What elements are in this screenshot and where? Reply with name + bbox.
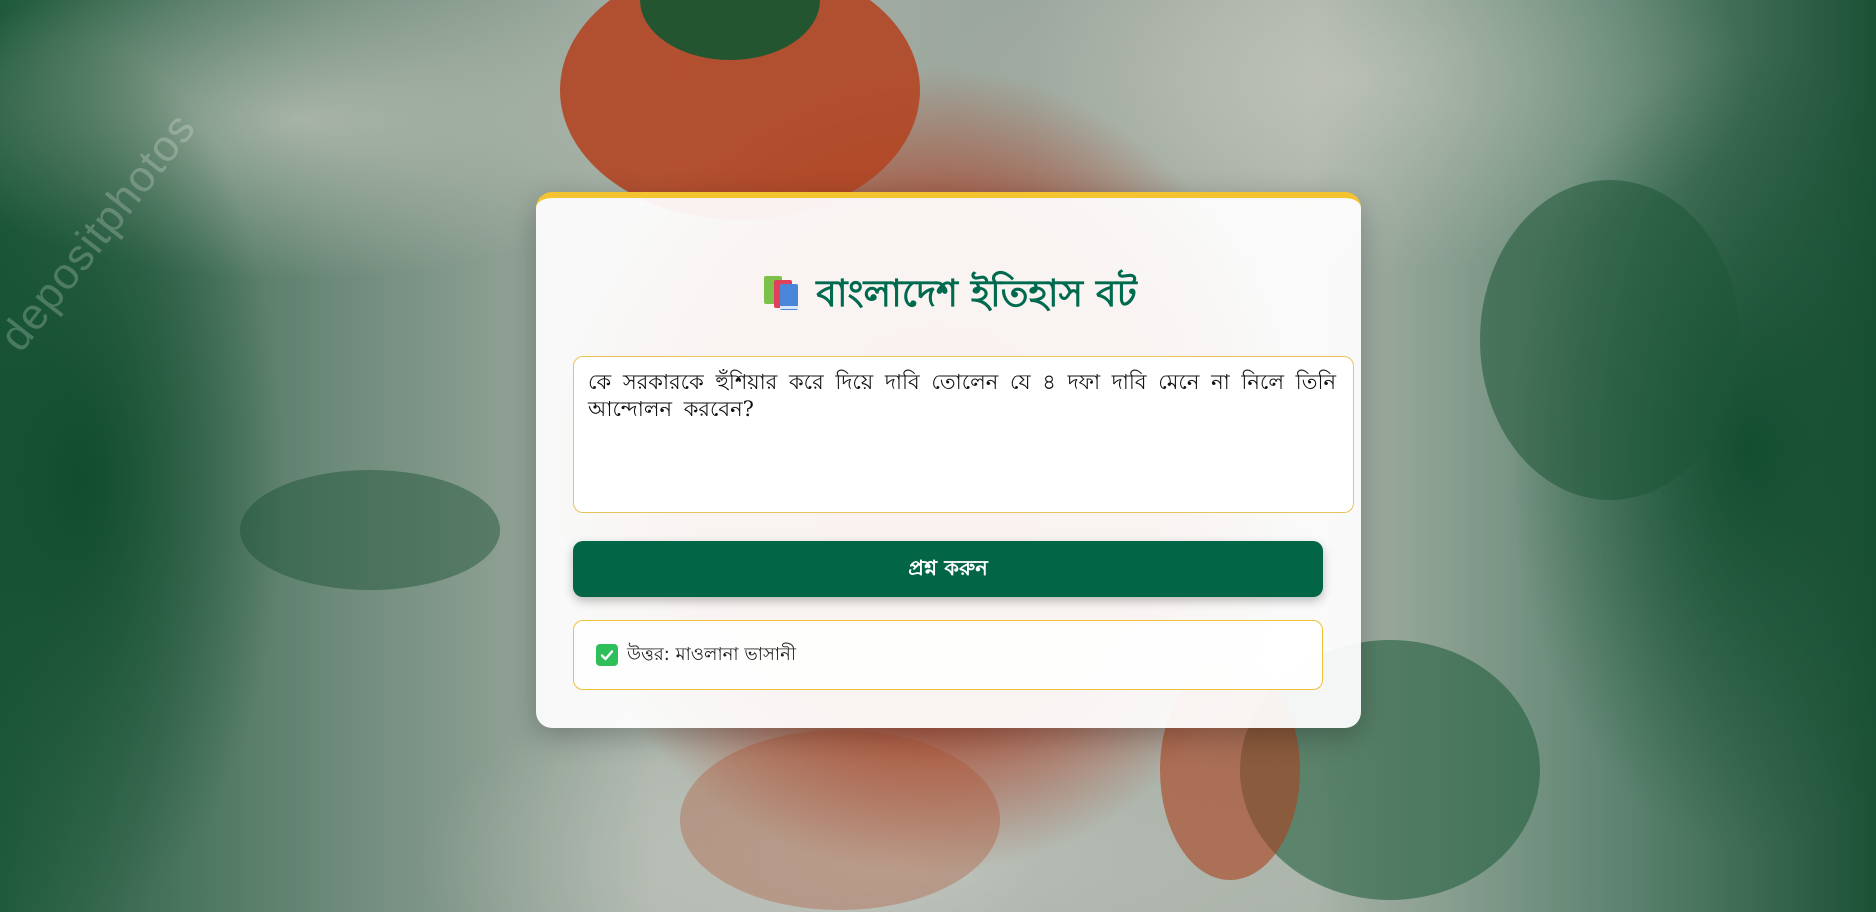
question-input[interactable]: কে সরকারকে হুঁশিয়ার করে দিয়ে দাবি তোলে… — [573, 356, 1354, 513]
page-title: বাংলাদেশ ইতিহাস বট — [536, 270, 1361, 318]
page-title-text: বাংলাদেশ ইতিহাস বট — [816, 272, 1137, 315]
watermark: depositphotos — [0, 103, 206, 361]
background-red-splash — [680, 730, 1000, 910]
ask-button[interactable]: প্রশ্ন করুন — [573, 541, 1323, 597]
answer-box: উত্তর: মাওলানা ভাসানী — [573, 620, 1323, 690]
books-icon — [760, 272, 802, 312]
background-green-splash — [1480, 180, 1740, 500]
chat-card: বাংলাদেশ ইতিহাস বট কে সরকারকে হুঁশিয়ার … — [536, 192, 1361, 728]
background-green-splash — [240, 470, 500, 590]
answer-text: উত্তর: মাওলানা ভাসানী — [627, 643, 796, 665]
check-box-icon — [596, 644, 618, 666]
